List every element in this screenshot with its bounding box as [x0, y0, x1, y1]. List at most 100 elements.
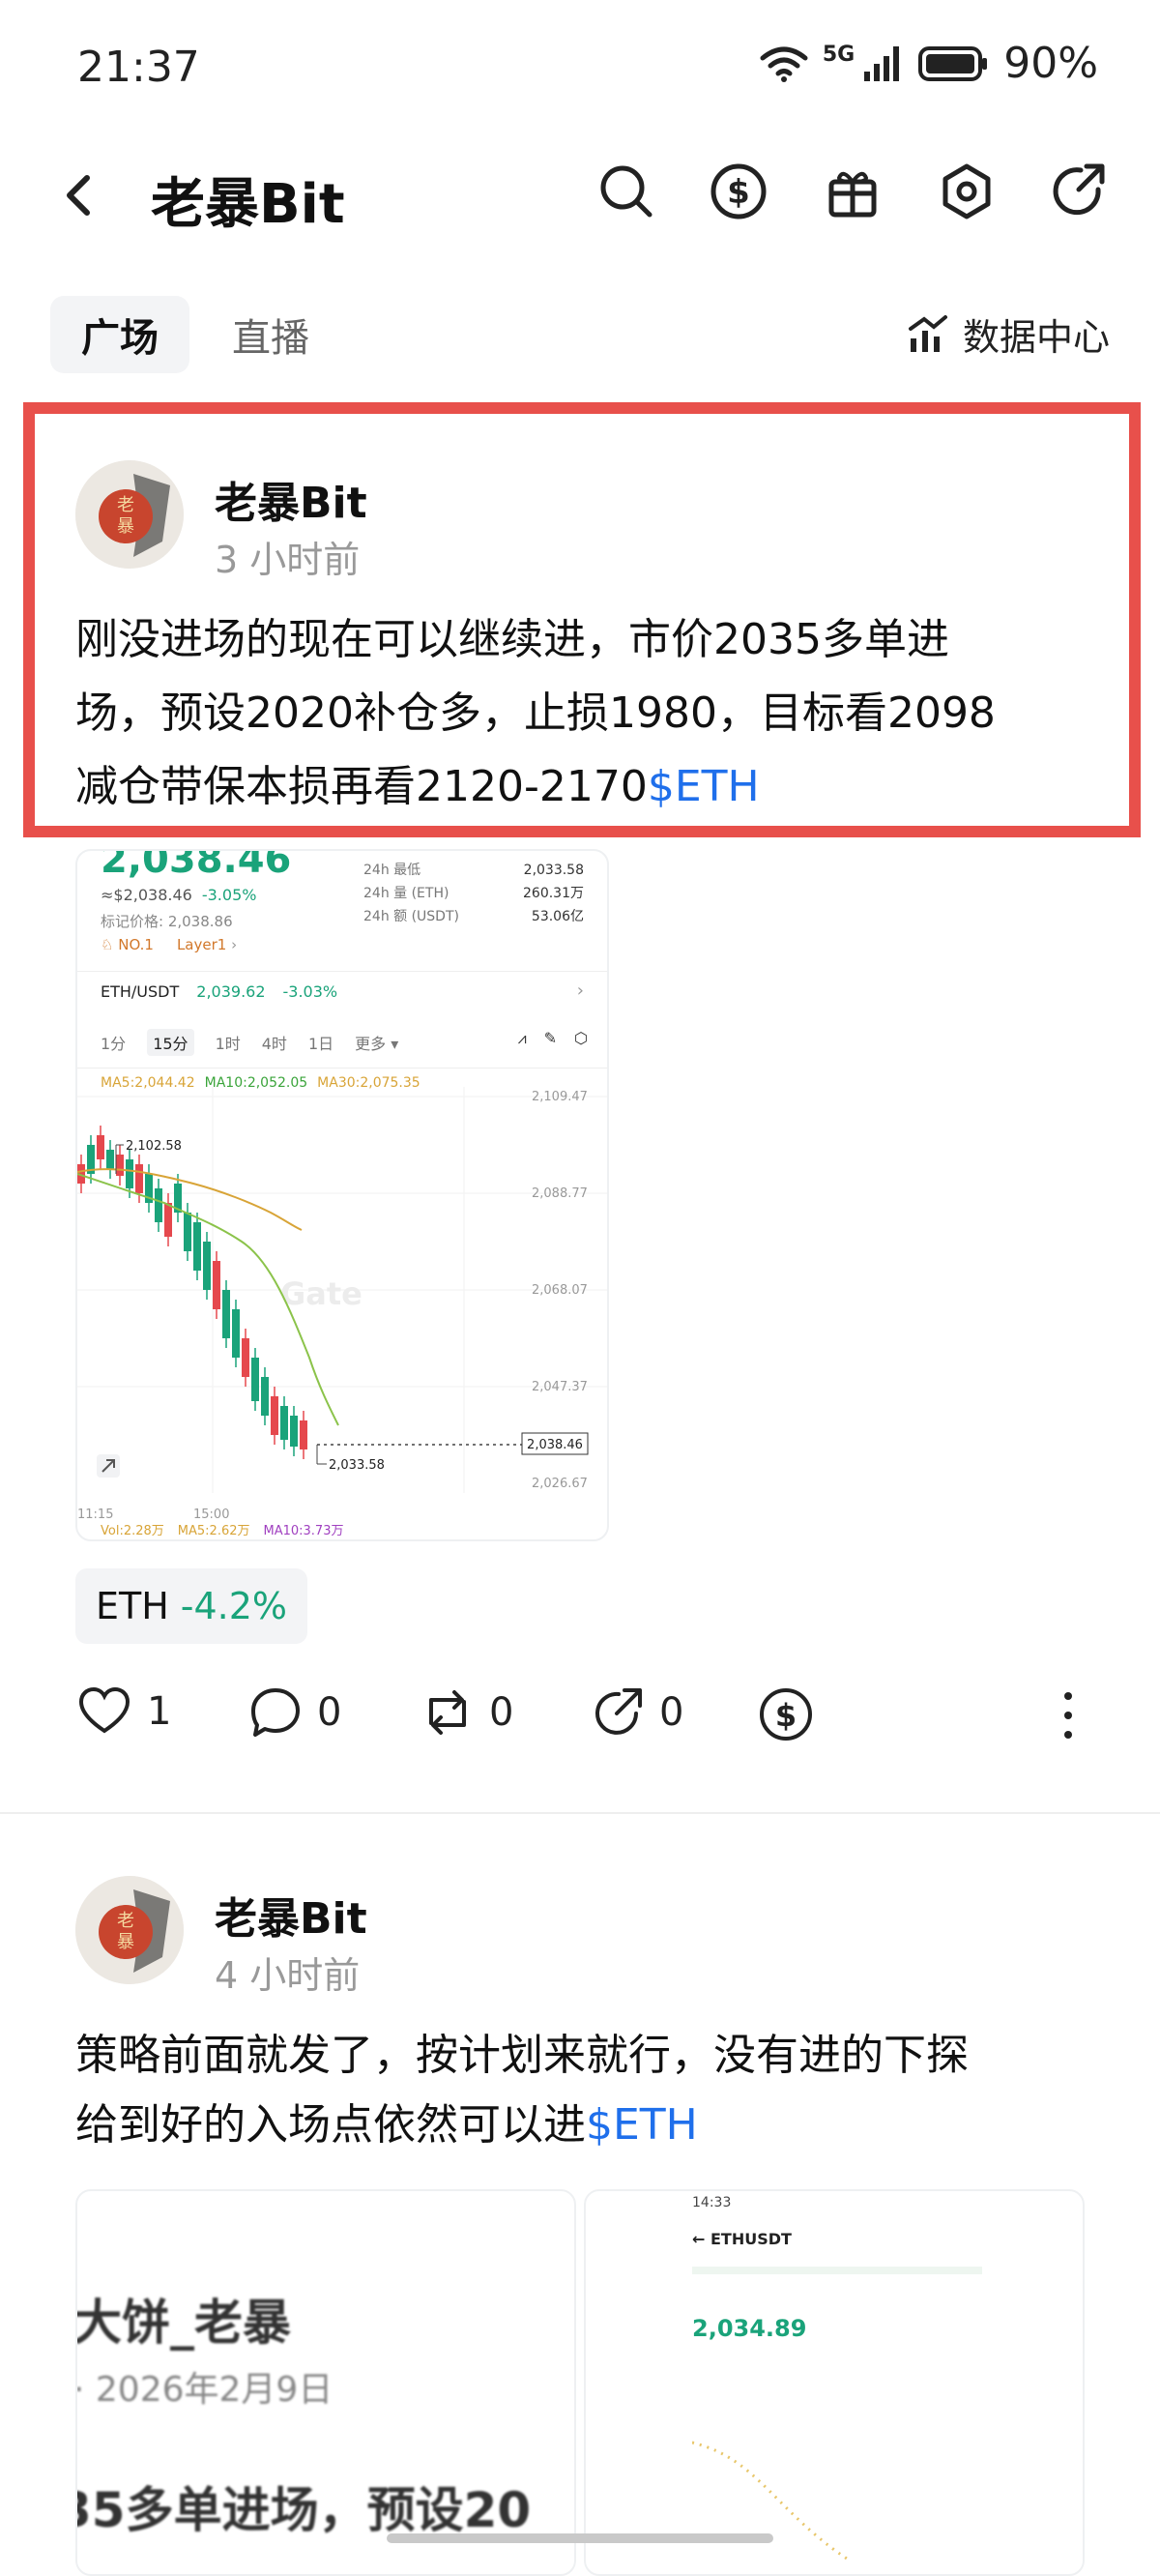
chart-price-sub: ≈$2,038.46 [101, 886, 192, 904]
tab-live[interactable]: 直播 [232, 296, 309, 373]
comment-button[interactable]: 0 [249, 1686, 341, 1739]
y-tick: 2,026.67 [532, 1477, 588, 1491]
signal-icon [864, 45, 900, 81]
network-label: 5G [822, 43, 856, 67]
dollar-circle-icon: $ [760, 1688, 812, 1741]
settings-button[interactable] [936, 161, 998, 222]
gift-button[interactable] [822, 161, 884, 222]
stat-value: 53.06亿 [531, 909, 584, 924]
volume-legend: Vol:2.28万 MA5:2.62万 MA10:3.73万 [101, 1520, 343, 1538]
comment-count: 0 [317, 1690, 342, 1735]
candle-body [193, 1222, 201, 1271]
candle-body [251, 1358, 259, 1401]
chart-pair-change: -3.03% [282, 982, 338, 1001]
chart-trend-icon [908, 314, 947, 352]
candle-body [290, 1416, 298, 1447]
post-line: 减仓带保本损再看2120-2170$ETH [75, 750, 1119, 824]
more-vertical-icon [1064, 1692, 1072, 1739]
data-center-link[interactable]: 数据中心 [907, 307, 1110, 361]
svg-text:$: $ [727, 173, 750, 212]
tab-square[interactable]: 广场 [50, 296, 189, 373]
svg-text:暴: 暴 [117, 516, 134, 537]
chart-screenshot[interactable]: 2,038.46 ≈$2,038.46 -3.05% 标记价格: 2,038.8… [75, 849, 609, 1541]
post-line: 策略前面就发了，按计划来就行，没有进的下探 [75, 2031, 969, 2080]
share-icon [595, 1688, 642, 1735]
candle-body [280, 1406, 288, 1440]
candle-body [116, 1155, 124, 1176]
more-button[interactable] [1054, 1688, 1083, 1746]
candle-body [242, 1338, 249, 1377]
repost-count: 0 [489, 1690, 514, 1735]
settings-icon: ⬡ [574, 1029, 588, 1047]
share-button[interactable] [1048, 161, 1110, 222]
repost-button[interactable]: 0 [421, 1686, 513, 1739]
post-line-text: 减仓带保本损再看2120-2170 [75, 762, 648, 811]
chart-rank-row: ♘ NO.1 Layer1 › [101, 936, 238, 953]
chart-pair-row: ETH/USDT 2,039.62 -3.03% [101, 982, 337, 1001]
chart-change: -3.05% [201, 886, 257, 904]
post-author[interactable]: 老暴Bit [215, 468, 367, 530]
image-text: 35多单进场，预设20 [75, 2482, 532, 2538]
chevron-right-icon: › [576, 981, 584, 1001]
gift-icon [828, 171, 877, 218]
chart-pair: ETH/USDT [101, 982, 180, 1001]
coin-name: ETH [95, 1585, 169, 1627]
image-pair-label: ETHUSDT [710, 2230, 792, 2248]
image-status-time: 14:33 [692, 2195, 732, 2210]
tip-post-button[interactable]: $ [758, 1686, 814, 1742]
image-date: · 2026年2月9日 [75, 2370, 334, 2410]
battery-icon [918, 45, 988, 81]
stat-label: 24h 最低 [363, 863, 421, 878]
high-label: 2,102.58 [126, 1139, 182, 1154]
vol-label: Vol:2.28万 [101, 1524, 164, 1538]
candle-body [184, 1213, 191, 1251]
y-tick: 2,109.47 [532, 1090, 588, 1104]
battery-label: 90% [1003, 39, 1098, 88]
search-icon [600, 165, 652, 218]
candle-body [300, 1420, 307, 1449]
dollar-circle-icon: $ [710, 163, 767, 220]
coin-badge[interactable]: ETH -4.2% [75, 1568, 307, 1644]
share-post-button[interactable]: 0 [592, 1686, 683, 1739]
chevron-left-icon [67, 175, 90, 216]
status-time: 21:37 [77, 43, 200, 92]
svg-text:老: 老 [117, 1911, 134, 1931]
chart-layer: Layer1 [176, 936, 227, 953]
avatar-image: 老 暴 [75, 460, 184, 569]
like-button[interactable]: 1 [77, 1686, 171, 1737]
post-image[interactable]: 大饼_老暴 · 2026年2月9日 35多单进场，预设20 [75, 2189, 576, 2576]
candle-body [222, 1290, 230, 1338]
y-tick: 2,068.07 [532, 1283, 588, 1298]
back-button[interactable] [54, 164, 101, 226]
post-author[interactable]: 老暴Bit [215, 1884, 367, 1946]
home-indicator [387, 2533, 773, 2543]
avatar[interactable]: 老 暴 [75, 460, 184, 569]
search-button[interactable] [595, 161, 657, 222]
chart-divider [77, 971, 607, 972]
stat-label: 24h 量 (ETH) [363, 886, 450, 901]
y-tick: 2,047.37 [532, 1380, 588, 1394]
comment-icon [251, 1688, 300, 1737]
candle-body [97, 1135, 104, 1159]
interval-tab: 1日 [307, 1035, 334, 1053]
chart-stats-labels: 24h 最低 24h 量 (ETH) 24h 额 (USDT) [363, 859, 459, 928]
chart-watermark: Gate [280, 1275, 362, 1312]
post-time: 3 小时前 [215, 539, 361, 581]
eth-tag-link[interactable]: $ETH [586, 2100, 698, 2150]
tip-button[interactable]: $ [708, 161, 769, 222]
post-image[interactable]: 14:33 ← ETHUSDT 2,034.89 [584, 2189, 1085, 2576]
avatar[interactable]: 老 暴 [75, 1876, 184, 1984]
vol-ma10-label: MA10:3.73万 [263, 1524, 344, 1538]
interval-tab: 4时 [261, 1035, 287, 1053]
post-divider [0, 1812, 1160, 1814]
chart-rank: NO.1 [118, 936, 154, 953]
post-body: 策略前面就发了，按计划来就行，没有进的下探 给到好的入场点依然可以进$ETH [75, 2021, 1119, 2160]
post-line: 刚没进场的现在可以继续进，市价2035多单进 [75, 615, 949, 664]
candle-body [271, 1396, 278, 1435]
post-time: 4 小时前 [215, 1954, 361, 1997]
eth-tag-link[interactable]: $ETH [648, 762, 760, 811]
wifi-icon [760, 46, 808, 82]
data-center-label: 数据中心 [962, 316, 1110, 359]
post-line: 给到好的入场点依然可以进$ETH [75, 2091, 1119, 2160]
candle-body [126, 1159, 133, 1188]
